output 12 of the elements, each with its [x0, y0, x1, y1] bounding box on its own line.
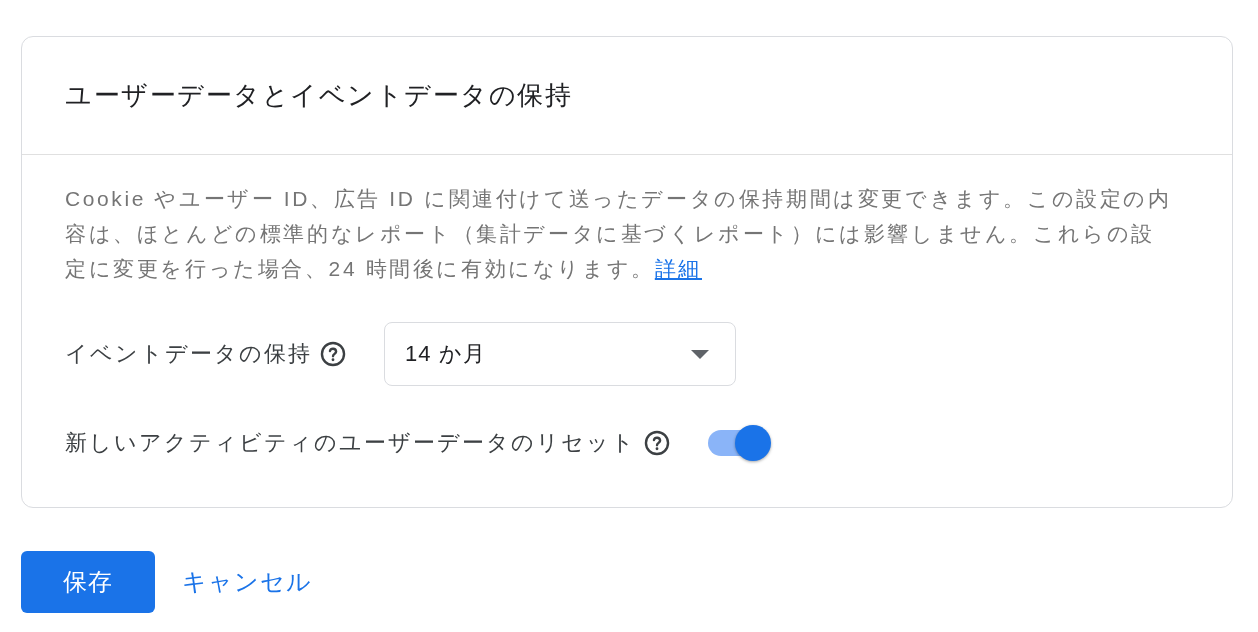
cancel-button[interactable]: キャンセル: [176, 558, 318, 606]
toggle-switch[interactable]: [708, 423, 771, 463]
save-button[interactable]: 保存: [21, 551, 155, 613]
card-title: ユーザーデータとイベントデータの保持: [65, 79, 572, 112]
description-text: Cookie やユーザー ID、広告 ID に関連付けて送ったデータの保持期間は変更できます。この設定の内容は、ほとんどの標準的なレポート（集計データに基づくレポート）には影響しません。これらの設定に変更を行った場合、24 時間後に有効になります。詳細: [65, 186, 1173, 282]
setting-label: イベントデータの保持: [65, 340, 312, 368]
setting-label: 新しいアクティビティのユーザーデータのリセット: [65, 429, 636, 457]
details-link[interactable]: 詳細: [654, 257, 702, 280]
retention-dropdown[interactable]: 14 か月: [384, 322, 736, 386]
help-icon[interactable]: [644, 430, 670, 456]
dropdown-caret-icon: [691, 349, 709, 359]
help-icon[interactable]: [320, 341, 346, 367]
